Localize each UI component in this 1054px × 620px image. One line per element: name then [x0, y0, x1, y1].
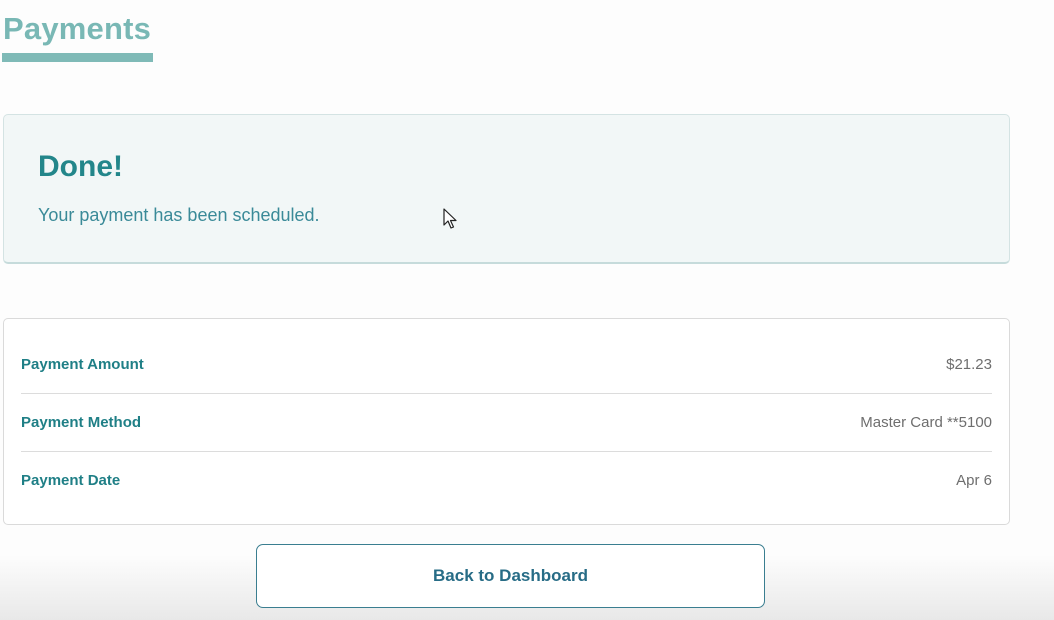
payment-details-card: Payment Amount $21.23 Payment Method Mas…	[3, 318, 1010, 525]
mouse-pointer-icon	[443, 208, 457, 229]
detail-value: Master Card **5100	[860, 413, 992, 431]
confirmation-heading: Done!	[38, 150, 123, 183]
detail-row-date: Payment Date Apr 6	[21, 451, 992, 509]
detail-label: Payment Method	[21, 413, 142, 431]
detail-label: Payment Date	[21, 471, 121, 489]
detail-row-method: Payment Method Master Card **5100	[21, 393, 992, 452]
detail-label: Payment Amount	[21, 355, 144, 373]
back-to-dashboard-button[interactable]: Back to Dashboard	[256, 544, 765, 608]
detail-row-amount: Payment Amount $21.23	[21, 335, 992, 394]
page-title-underline	[2, 53, 153, 62]
confirmation-message: Your payment has been scheduled.	[38, 205, 320, 225]
detail-value: $21.23	[946, 355, 992, 373]
page-title: Payments	[3, 11, 152, 46]
detail-value: Apr 6	[956, 471, 992, 489]
confirmation-card: Done! Your payment has been scheduled.	[3, 114, 1010, 264]
